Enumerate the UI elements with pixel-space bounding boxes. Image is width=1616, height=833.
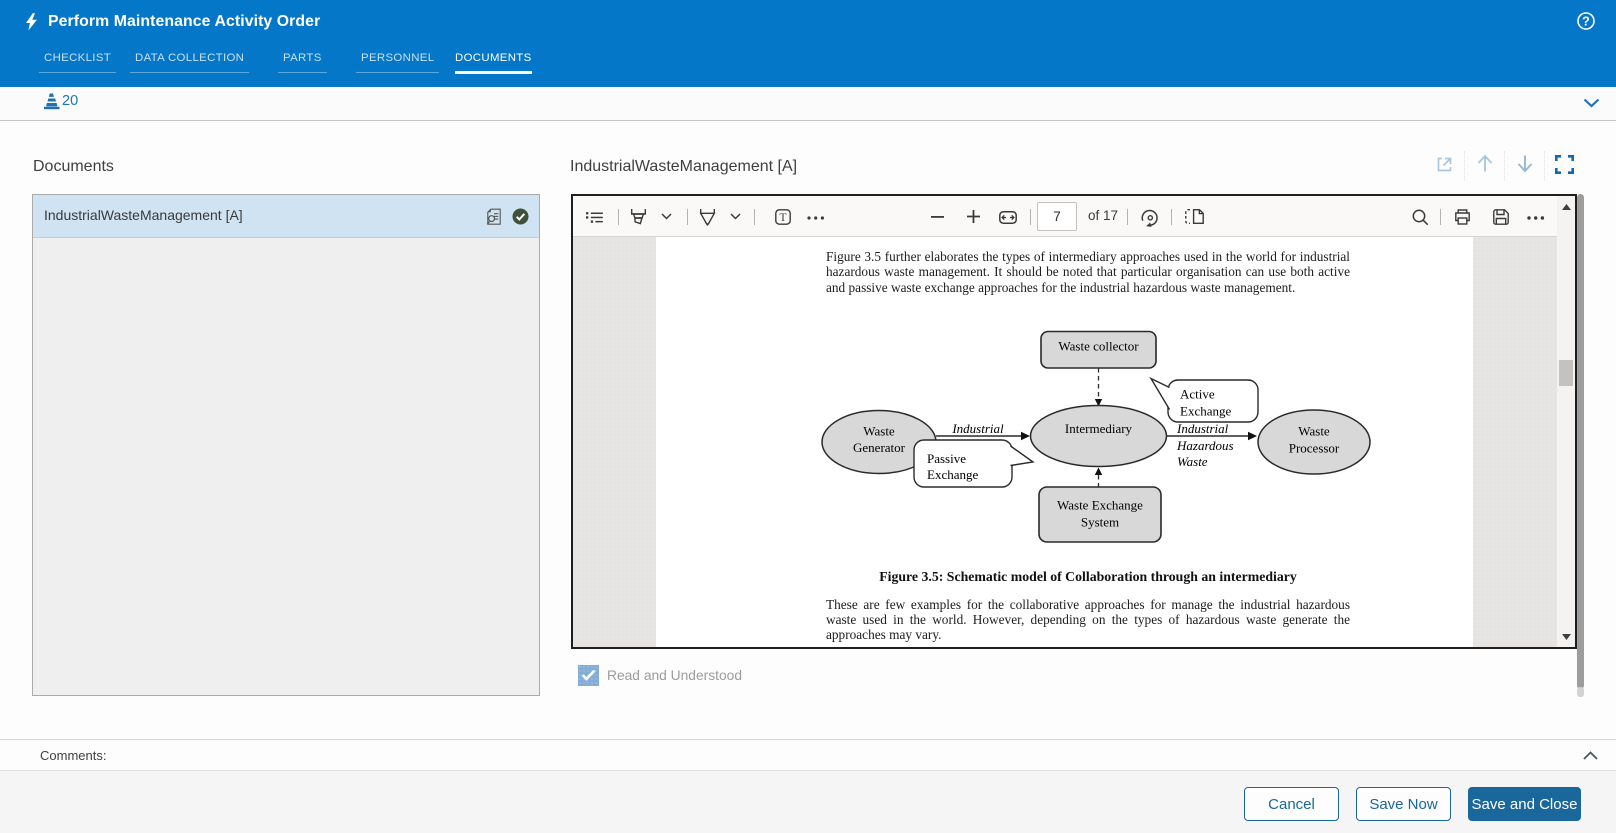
svg-text:Intermediary: Intermediary (1065, 421, 1133, 436)
svg-text:Processor: Processor (1289, 440, 1340, 455)
svg-text:Waste: Waste (1177, 454, 1208, 469)
svg-text:Waste: Waste (863, 424, 895, 439)
svg-text:Industrial: Industrial (1176, 421, 1229, 436)
svg-text:Exchange: Exchange (1180, 404, 1231, 419)
svg-text:?: ? (1582, 15, 1590, 29)
svg-text:System: System (1081, 515, 1119, 530)
svg-text:Passive: Passive (927, 451, 966, 466)
svg-text:T: T (779, 212, 786, 224)
svg-text:Exchange: Exchange (927, 467, 978, 482)
svg-text:Active: Active (1180, 387, 1215, 402)
svg-text:Hazardous: Hazardous (1176, 438, 1234, 453)
svg-text:Waste Exchange: Waste Exchange (1057, 498, 1143, 513)
svg-text:Waste collector: Waste collector (1058, 339, 1139, 354)
svg-text:Waste: Waste (1298, 424, 1330, 439)
svg-text:Industrial: Industrial (951, 421, 1004, 436)
svg-text:Generator: Generator (853, 440, 906, 455)
